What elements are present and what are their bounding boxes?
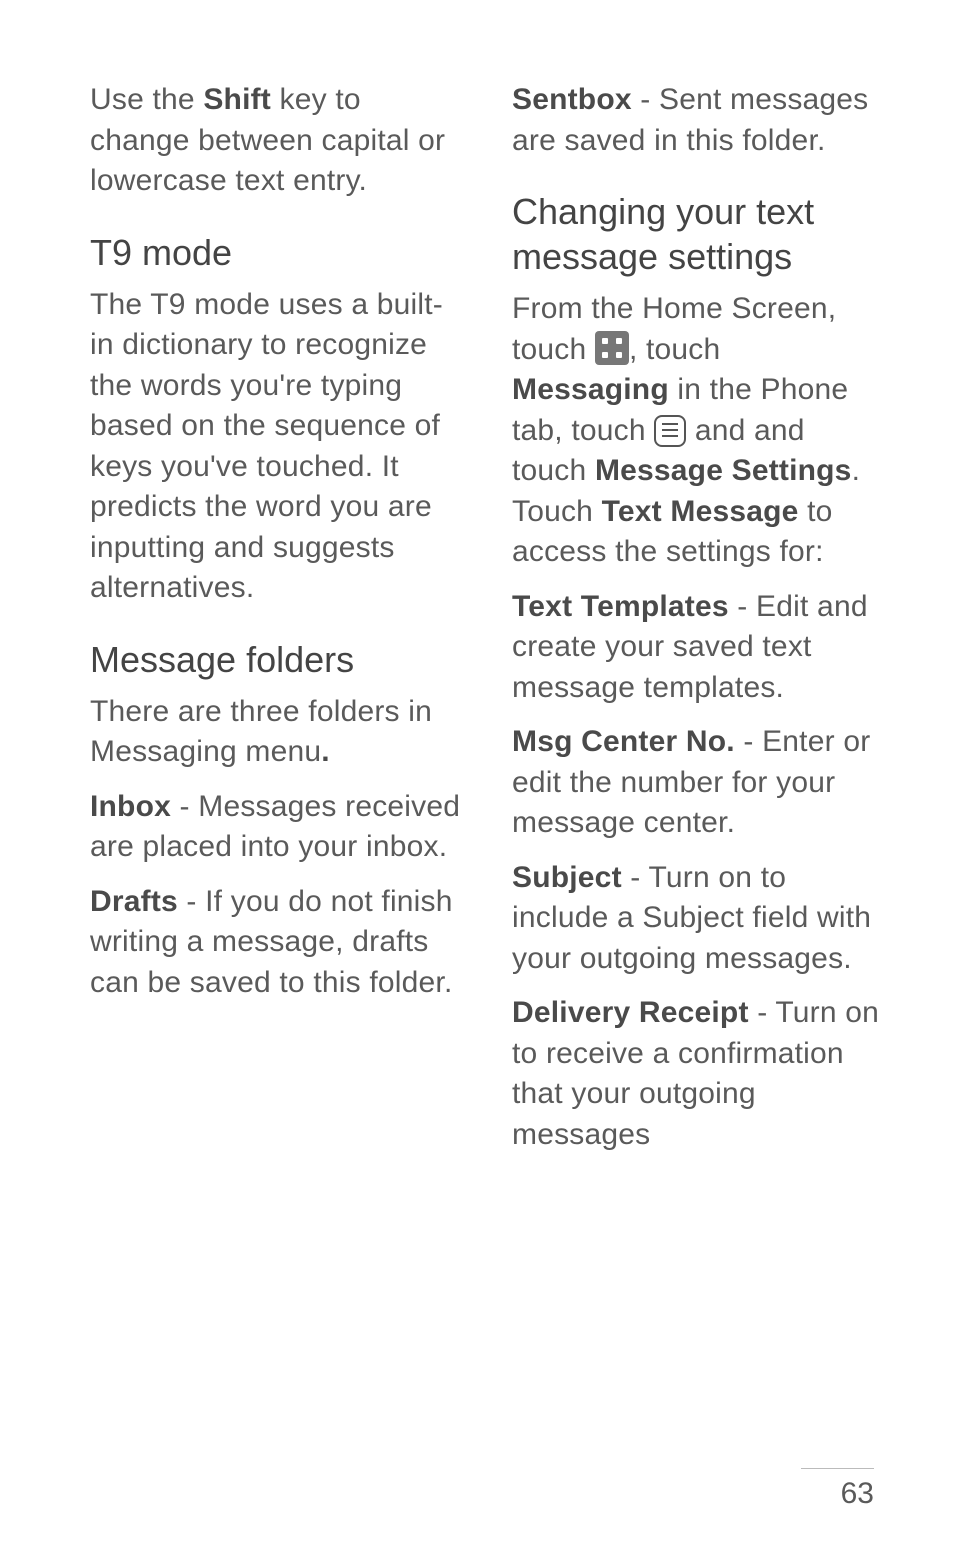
message-folders-heading: Message folders xyxy=(90,637,462,682)
text-templates-paragraph: Text Templates - Edit and create your sa… xyxy=(512,587,884,709)
messaging-label: Messaging xyxy=(512,373,669,406)
changing-settings-heading: Changing your text message settings xyxy=(512,189,884,279)
delivery-receipt-paragraph: Delivery Receipt - Turn on to receive a … xyxy=(512,993,884,1155)
text-message-label: Text Message xyxy=(602,495,799,528)
message-settings-label: Message Settings xyxy=(595,454,852,487)
folders-intro-paragraph: There are three folders in Messaging men… xyxy=(90,692,462,773)
text: , touch xyxy=(629,333,720,366)
left-column: Use the Shift key to change between capi… xyxy=(90,80,462,1183)
t9-mode-paragraph: The T9 mode uses a built-in dictionary t… xyxy=(90,285,462,609)
msg-center-paragraph: Msg Center No. - Enter or edit the numbe… xyxy=(512,722,884,844)
delivery-receipt-label: Delivery Receipt xyxy=(512,996,749,1029)
shift-label: Shift xyxy=(203,83,271,116)
sentbox-label: Sentbox xyxy=(512,83,632,116)
inbox-label: Inbox xyxy=(90,790,171,823)
text-templates-label: Text Templates xyxy=(512,590,729,623)
apps-icon xyxy=(595,331,629,365)
text: Use the xyxy=(90,83,203,116)
settings-instructions-paragraph: From the Home Screen, touch , touch Mess… xyxy=(512,289,884,573)
drafts-label: Drafts xyxy=(90,885,178,918)
t9-mode-heading: T9 mode xyxy=(90,230,462,275)
right-column: Sentbox - Sent messages are saved in thi… xyxy=(512,80,884,1183)
subject-paragraph: Subject - Turn on to include a Subject f… xyxy=(512,858,884,980)
menu-icon xyxy=(654,415,686,447)
text: . xyxy=(321,735,330,768)
sentbox-paragraph: Sentbox - Sent messages are saved in thi… xyxy=(512,80,884,161)
text: There are three folders in Messaging men… xyxy=(90,695,432,769)
page-number: 63 xyxy=(801,1468,874,1511)
inbox-paragraph: Inbox - Messages received are placed int… xyxy=(90,787,462,868)
shift-key-paragraph: Use the Shift key to change between capi… xyxy=(90,80,462,202)
msg-center-label: Msg Center No. xyxy=(512,725,735,758)
page-columns: Use the Shift key to change between capi… xyxy=(90,80,884,1183)
drafts-paragraph: Drafts - If you do not finish writing a … xyxy=(90,882,462,1004)
subject-label: Subject xyxy=(512,861,622,894)
